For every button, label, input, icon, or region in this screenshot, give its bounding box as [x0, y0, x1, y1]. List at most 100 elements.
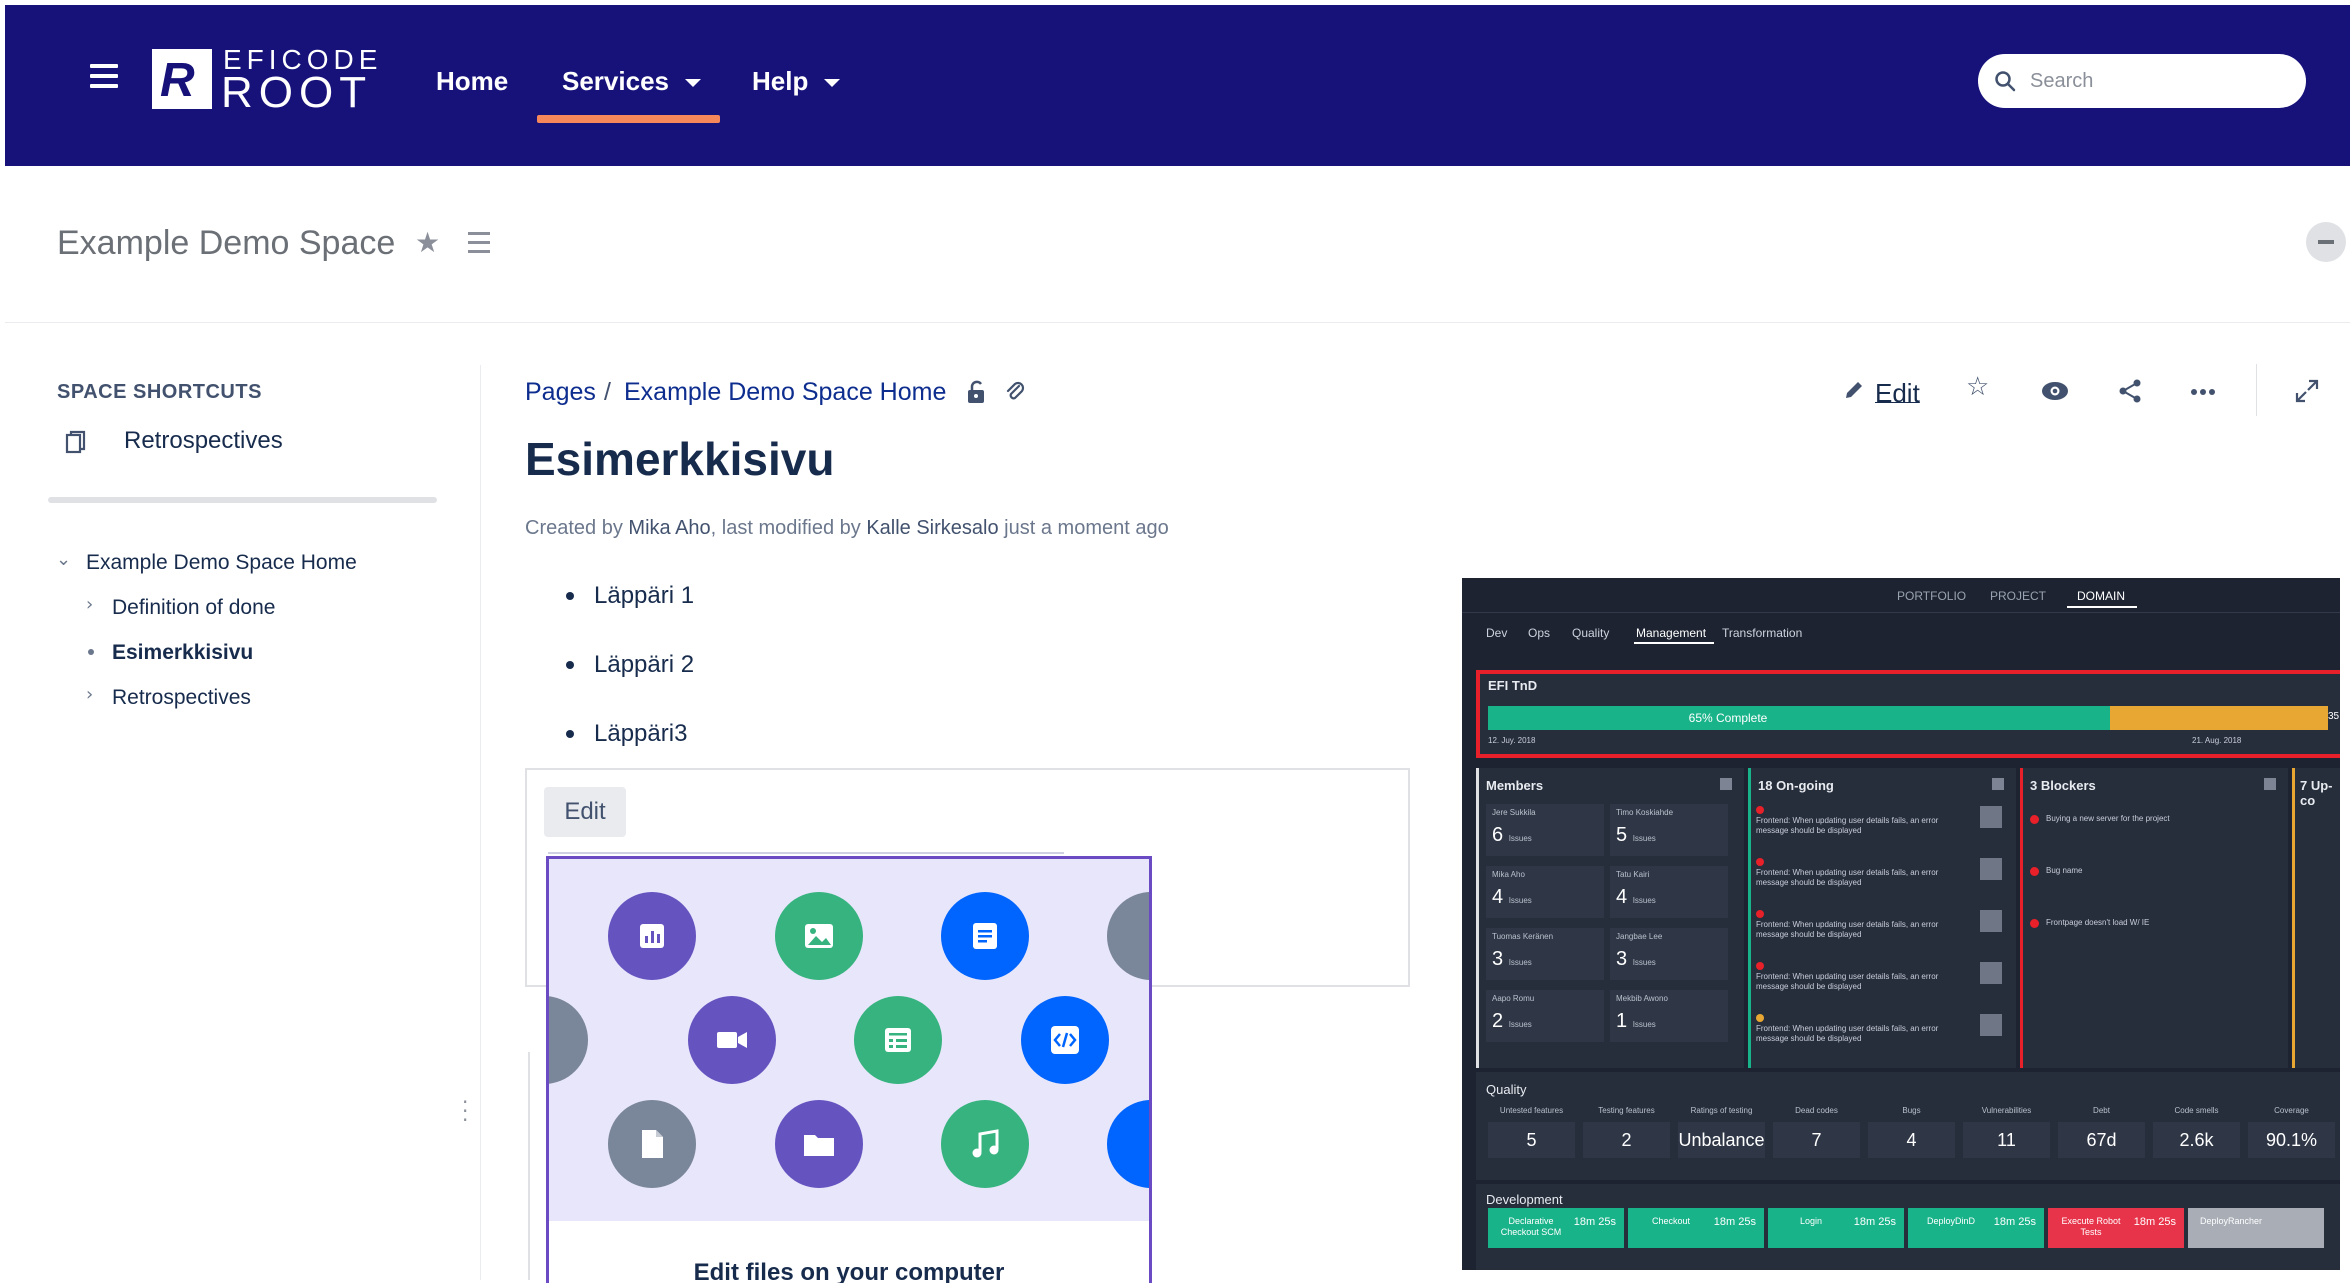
- dash-member-cell: Mika Aho 4 Issues: [1486, 866, 1604, 918]
- partial-icon: [1107, 1100, 1149, 1188]
- dash-member-issues-word: Issues: [1632, 834, 1656, 843]
- popup-caption: Edit files on your computer: [693, 1259, 1005, 1283]
- shortcut-retrospectives[interactable]: Retrospectives: [124, 427, 283, 455]
- dash-subtab-underline: [1634, 642, 1714, 644]
- dash-member-cell: Mekbib Awono 1 Issues: [1610, 990, 1728, 1042]
- dash-member-name: Mekbib Awono: [1616, 994, 1668, 1003]
- share-icon[interactable]: [2117, 378, 2143, 404]
- breadcrumb-space-home[interactable]: Example Demo Space Home: [624, 378, 946, 407]
- dash-member-name: Jangbae Lee: [1616, 932, 1663, 941]
- music-icon: [941, 1100, 1029, 1188]
- sidebar-resize-handle[interactable]: · · ·: [462, 1092, 468, 1130]
- logo-wordmark-bottom: ROOT: [221, 68, 373, 117]
- dash-tab-domain: DOMAIN: [2077, 589, 2125, 603]
- dash-quality-label: Coverage: [2274, 1106, 2309, 1115]
- dash-member-cell: Jangbae Lee 3 Issues: [1610, 928, 1728, 980]
- dash-quality-metric: Dead codes 7: [1769, 1106, 1864, 1164]
- chevron-right-icon[interactable]: ›: [86, 684, 93, 705]
- search-box[interactable]: [1978, 54, 2306, 108]
- dash-panel-toggle: [2264, 778, 2276, 790]
- chevron-right-icon[interactable]: ›: [86, 594, 93, 615]
- dash-ongoing-text: Frontend: When updating user details fai…: [1756, 1024, 1939, 1043]
- nav-services[interactable]: Services: [562, 66, 701, 97]
- logo-mark[interactable]: R: [152, 49, 212, 109]
- dash-progress-remainder: 35: [2328, 711, 2340, 722]
- sidebar-separator: [48, 497, 437, 503]
- list-bullet: [566, 592, 574, 600]
- dash-member-issues: 6 Issues: [1492, 824, 1532, 846]
- edit-files-popup[interactable]: Edit files on your computer: [546, 856, 1152, 1283]
- image-icon: [775, 892, 863, 980]
- dash-quality-label: Debt: [2093, 1106, 2110, 1115]
- page-byline: Created by Mika Aho, last modified by Ka…: [525, 517, 1169, 540]
- dash-ongoing-item: Frontend: When updating user details fai…: [1754, 906, 2014, 954]
- dash-member-issues: 4 Issues: [1492, 886, 1532, 908]
- breadcrumb-pages[interactable]: Pages: [525, 378, 596, 407]
- byline-when[interactable]: just a moment ago: [1004, 517, 1169, 539]
- tree-item-current-page[interactable]: Esimerkkisivu: [112, 641, 253, 665]
- watch-eye-icon[interactable]: [2040, 380, 2070, 402]
- dash-member-name: Tatu Kairi: [1616, 870, 1650, 879]
- byline-modifier[interactable]: Kalle Sirkesalo: [866, 517, 998, 539]
- star-icon[interactable]: ★: [415, 226, 440, 259]
- dash-quality-label: Dead codes: [1795, 1106, 1838, 1115]
- tree-item-definition-of-done[interactable]: Definition of done: [112, 596, 275, 620]
- breadcrumb-separator: /: [604, 378, 611, 406]
- tree-item-retrospectives[interactable]: Retrospectives: [112, 686, 251, 710]
- dash-blocker-item: Buying a new server for the project: [2030, 814, 2270, 834]
- byline-author[interactable]: Mika Aho: [628, 517, 710, 539]
- dash-blockers-title: 3 Blockers: [2030, 778, 2096, 793]
- dash-member-name: Aapo Romu: [1492, 994, 1535, 1003]
- unlock-icon[interactable]: [966, 380, 986, 404]
- nav-home[interactable]: Home: [436, 66, 508, 97]
- tree-item-root[interactable]: Example Demo Space Home: [86, 551, 357, 575]
- dash-quality-metric: Untested features 5: [1484, 1106, 1579, 1164]
- dash-member-issues-word: Issues: [1632, 958, 1656, 967]
- file-icon: [608, 1100, 696, 1188]
- chevron-down-icon[interactable]: ⌄: [56, 549, 71, 570]
- search-input[interactable]: [2028, 62, 2292, 100]
- attachment-icon[interactable]: [1004, 380, 1026, 404]
- dash-ongoing-item: Frontend: When updating user details fai…: [1754, 1010, 2014, 1058]
- dash-tab-project: PROJECT: [1990, 589, 2047, 603]
- space-details-icon[interactable]: [468, 232, 490, 259]
- byline-created: Created by: [525, 517, 623, 539]
- collapse-icon[interactable]: [2306, 222, 2346, 262]
- logo-mark-letter: R: [160, 54, 195, 107]
- embed-shadow-edge: [528, 1052, 530, 1280]
- shortcut-copy-icon: [65, 430, 86, 454]
- dash-ongoing-title: 18 On-going: [1758, 778, 1834, 793]
- dash-dev-job-time: 18m 25s: [1853, 1216, 1896, 1228]
- dash-quality-metric: Debt 67d: [2054, 1106, 2149, 1164]
- list-bullet: [566, 661, 574, 669]
- dash-end-date: 21. Aug. 2018: [2192, 736, 2242, 745]
- popup-illustration: [549, 859, 1149, 1221]
- folder-icon: [775, 1100, 863, 1188]
- header-divider: [5, 322, 2350, 323]
- dash-status-dot: [1756, 1014, 1764, 1022]
- dash-subtab-ops: Ops: [1528, 626, 1551, 640]
- dash-blocker-dot: [2030, 919, 2039, 928]
- dash-quality-value: 11: [1963, 1122, 2050, 1158]
- dash-ongoing-text: Frontend: When updating user details fai…: [1756, 816, 1939, 835]
- code-icon: [1021, 996, 1109, 1084]
- dash-members-title: Members: [1486, 778, 1544, 793]
- edit-file-button[interactable]: Edit: [544, 787, 626, 837]
- hamburger-menu-icon[interactable]: [90, 64, 118, 88]
- dash-status-dot: [1756, 858, 1764, 866]
- dash-dev-job-name: DeployRancher: [2199, 1216, 2263, 1226]
- nav-services-label: Services: [562, 66, 669, 96]
- dash-member-issues-word: Issues: [1508, 958, 1532, 967]
- list-item: Läppäri 2: [594, 651, 695, 678]
- dash-member-name: Tuomas Keränen: [1492, 932, 1554, 941]
- space-title: Example Demo Space: [57, 224, 396, 262]
- star-icon[interactable]: ☆: [1966, 372, 1989, 402]
- more-actions-icon[interactable]: [2190, 388, 2216, 396]
- dash-quality-metric: Testing features 2: [1579, 1106, 1674, 1164]
- fullscreen-icon[interactable]: [2294, 378, 2320, 404]
- dash-quality-value: 7: [1773, 1122, 1860, 1158]
- chevron-down-icon: [684, 79, 701, 88]
- edit-page-button[interactable]: Edit: [1875, 378, 1920, 409]
- nav-help[interactable]: Help: [752, 66, 841, 97]
- dash-quality-metric: Code smells 2.6k: [2149, 1106, 2244, 1164]
